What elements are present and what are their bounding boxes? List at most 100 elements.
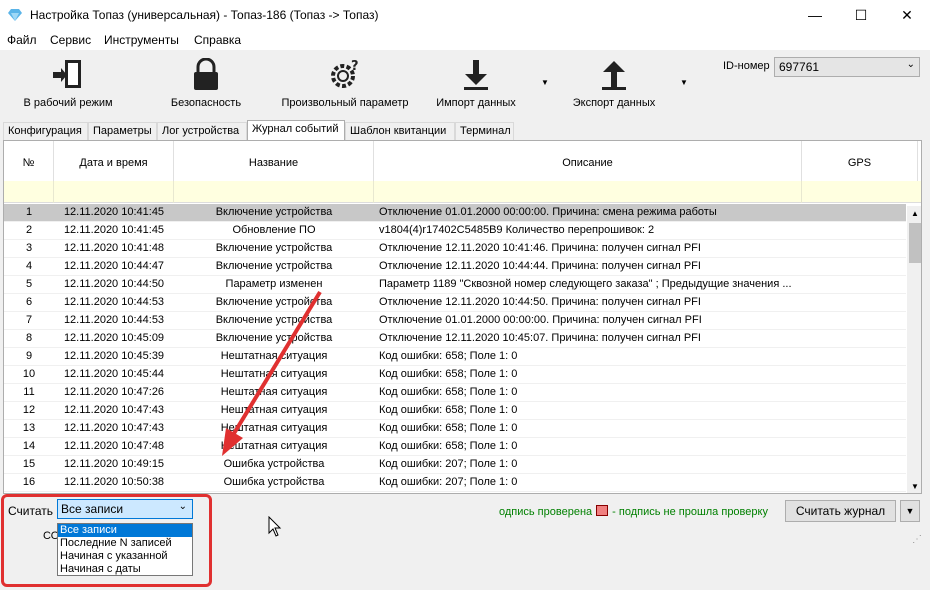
import-dropdown-icon[interactable]: ▼ [541,78,549,87]
table-row[interactable]: 12 12.11.2020 10:47:43 Нештатная ситуация К… [4,402,906,420]
legend-failed-text: - подпись не прошла проверку [612,506,768,518]
row-datetime: 12.11.2020 10:47:26 [63,386,165,398]
row-number: 1 [25,206,33,218]
row-gps [804,458,906,474]
filter-cell[interactable] [174,181,374,203]
row-number: 3 [25,242,33,254]
table-row[interactable]: 5 12.11.2020 10:44:50 Параметр изменен Пара… [4,276,906,294]
table-row[interactable]: 9 12.11.2020 10:45:39 Нештатная ситуация Ко… [4,348,906,366]
minimize-button[interactable]: — [792,0,838,30]
menu-service[interactable]: Сервис [50,33,91,47]
table-row[interactable]: 4 12.11.2020 10:44:47 Включение устройства… [4,258,906,276]
row-description: Код ошибки: 658; Поле 1: 0 [379,440,518,452]
row-name: Нештатная ситуация [220,386,328,398]
column-header-name[interactable]: Название [174,141,374,185]
row-name: Включение устройства [215,242,333,254]
row-description: Параметр 1189 "Сквозной номер следующего… [379,278,792,290]
table-row[interactable]: 3 12.11.2020 10:41:48 Включение устройства… [4,240,906,258]
row-name: Нештатная ситуация [220,350,328,362]
export-button[interactable]: Экспорт данных [566,58,662,114]
row-name: Обновление ПО [232,224,316,236]
row-gps [804,242,906,258]
tab-configuration[interactable]: Конфигурация [3,122,88,140]
table-row[interactable]: 1 12.11.2020 10:41:45 Включение устройства… [4,204,906,222]
work-mode-label: В рабочий режим [23,97,113,109]
menu-tools[interactable]: Инструменты [104,33,179,47]
table-row[interactable]: 13 12.11.2020 10:47:43 Нештатная ситуация К… [4,420,906,438]
column-header-datetime[interactable]: Дата и время [54,141,174,185]
chevron-down-icon: ⌄ [906,59,915,70]
window-title: Настройка Топаз (универсальная) - Топаз-… [30,8,379,22]
row-gps [804,296,906,312]
svg-text:?: ? [351,59,359,74]
tab-device-log[interactable]: Лог устройства [157,122,247,140]
menu-help[interactable]: Справка [194,33,241,47]
row-number: 6 [25,296,33,308]
tab-event-journal[interactable]: Журнал событий [247,120,345,141]
row-datetime: 12.11.2020 10:47:43 [63,422,165,434]
filter-row[interactable] [4,181,921,203]
row-name: Нештатная ситуация [220,404,328,416]
scroll-thumb[interactable] [909,223,921,263]
row-number: 10 [22,368,36,380]
custom-param-button[interactable]: ? Произвольный параметр [278,58,412,114]
table-row[interactable]: 7 12.11.2020 10:44:53 Включение устройства… [4,312,906,330]
row-gps [804,368,906,384]
tab-parameters[interactable]: Параметры [88,122,157,140]
read-journal-button[interactable]: Считать журнал [785,500,896,522]
row-datetime: 12.11.2020 10:50:38 [63,476,165,488]
export-dropdown-icon[interactable]: ▼ [680,78,688,87]
menu-bar: Файл Сервис Инструменты Справка [0,30,930,50]
mouse-cursor-icon [268,516,282,537]
table-header: № Дата и время Название Описание GPS [4,141,921,185]
table-row[interactable]: 10 12.11.2020 10:45:44 Нештатная ситуация К… [4,366,906,384]
filter-cell[interactable] [54,181,174,203]
menu-file[interactable]: Файл [7,33,37,47]
column-header-number[interactable]: № [4,141,54,185]
row-gps [804,422,906,438]
tab-terminal[interactable]: Терминал [455,122,514,140]
filter-cell[interactable] [374,181,802,203]
scroll-up-icon[interactable]: ▲ [907,206,921,222]
maximize-button[interactable]: ☐ [838,0,884,30]
security-button[interactable]: Безопасность [160,58,252,114]
row-datetime: 12.11.2020 10:41:48 [63,242,165,254]
table-row[interactable]: 15 12.11.2020 10:49:15 Ошибка устройства Ко… [4,456,906,474]
id-number-value: 697761 [779,60,820,74]
close-button[interactable]: ✕ [884,0,930,30]
row-number: 11 [23,386,35,398]
row-name: Включение устройства [215,314,333,326]
filter-cell[interactable] [802,181,921,203]
filter-cell[interactable] [4,181,54,203]
row-description: v1804(4)r17402C5485B9 Количество перепро… [379,224,655,236]
column-header-gps[interactable]: GPS [802,141,918,185]
exit-door-icon [53,60,81,88]
row-datetime: 12.11.2020 10:49:15 [63,458,165,470]
work-mode-button[interactable]: В рабочий режим [18,58,118,114]
signature-legend: одпись проверена - подпись не прошла пров… [499,505,768,518]
table-row[interactable]: 8 12.11.2020 10:45:09 Включение устройства… [4,330,906,348]
row-datetime: 12.11.2020 10:44:53 [63,296,165,308]
table-row[interactable]: 16 12.11.2020 10:50:38 Ошибка устройства Ко… [4,474,906,492]
tab-receipt-template[interactable]: Шаблон квитанции [345,122,455,140]
row-description: Отключение 01.01.2000 00:00:00. Причина:… [379,314,702,326]
import-button[interactable]: Импорт данных [430,58,522,114]
resize-grip-icon[interactable]: ⋰ [912,534,922,545]
read-journal-dropdown-icon[interactable]: ▼ [900,500,920,522]
row-gps [804,314,906,330]
id-number-select[interactable]: 697761 ⌄ [774,57,920,77]
table-row[interactable]: 14 12.11.2020 10:47:48 Нештатная ситуация К… [4,438,906,456]
row-number: 16 [22,476,36,488]
security-label: Безопасность [170,97,242,109]
vertical-scrollbar[interactable]: ▲ ▼ [907,206,921,493]
table-row[interactable]: 6 12.11.2020 10:44:53 Включение устройства… [4,294,906,312]
download-arrow-icon [464,60,488,90]
row-gps [804,260,906,276]
export-label: Экспорт данных [572,97,656,109]
column-header-description[interactable]: Описание [374,141,802,185]
row-number: 12 [22,404,36,416]
scroll-down-icon[interactable]: ▼ [907,479,921,493]
table-row[interactable]: 11 12.11.2020 10:47:26 Нештатная ситуация К… [4,384,906,402]
table-row[interactable]: 2 12.11.2020 10:41:45 Обновление ПО v1804(4… [4,222,906,240]
row-datetime: 12.11.2020 10:44:53 [63,314,165,326]
